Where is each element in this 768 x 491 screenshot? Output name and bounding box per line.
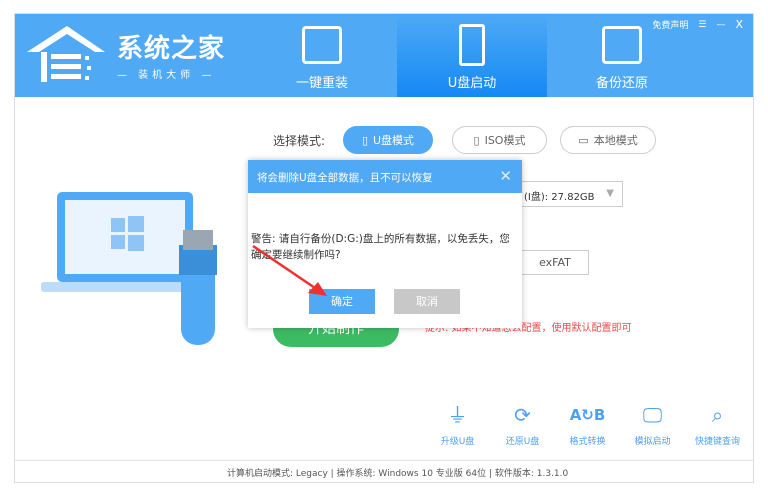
tool-restore-usb[interactable]: ⟳ 还原U盘 <box>490 402 555 447</box>
app-title: 系统之家 <box>117 34 226 64</box>
search-icon: ⌕ <box>711 403 724 427</box>
drive-select[interactable]: (I盘): 27.82GB ▼ <box>521 181 623 207</box>
file-icon: ▯ <box>473 133 480 147</box>
chevron-down-icon: ▼ <box>606 188 614 199</box>
usb-mode-button[interactable]: ▯ U盘模式 <box>343 126 433 154</box>
tool-label: 还原U盘 <box>505 437 540 447</box>
tool-hotkey-lookup[interactable]: ⌕ 快捷键查询 <box>685 402 750 447</box>
windows-monitor-icon <box>302 26 342 64</box>
logo: 系统之家 — 装机大师 — <box>25 22 235 92</box>
tool-label: 快捷键查询 <box>694 437 740 447</box>
tab-label: 一键重装 <box>295 76 348 91</box>
cancel-button[interactable]: 取消 <box>394 289 460 314</box>
tool-format-convert[interactable]: A↻B 格式转换 <box>555 402 620 447</box>
laptop-usb-illustration <box>41 192 217 345</box>
app-subtitle: — 装机大师 — <box>117 70 216 81</box>
tab-usb-boot[interactable]: U盘启动 <box>397 14 547 97</box>
iso-mode-button[interactable]: ▯ ISO模式 <box>452 126 547 154</box>
mode-option-label: 本地模式 <box>593 134 638 147</box>
usb-plug-icon: ⏚ <box>447 403 468 427</box>
ok-button[interactable]: 确定 <box>309 289 375 314</box>
mode-option-label: ISO模式 <box>484 134 526 147</box>
house-logo-icon <box>27 26 105 82</box>
filesystem-select[interactable]: exFAT <box>521 250 589 275</box>
dialog-message: 警告: 请自行备份(D:G:)盘上的所有数据，以免丢失，您确定要继续制作吗? <box>251 233 510 261</box>
dialog-title: 将会删除U盘全部数据，且不可以恢复 <box>257 172 433 184</box>
restore-monitor-icon <box>602 26 642 64</box>
usb-icon: ▯ <box>361 133 368 147</box>
dialog-header: 将会删除U盘全部数据，且不可以恢复 ✕ <box>248 160 522 193</box>
tab-one-click-install[interactable]: 一键重装 <box>247 14 397 97</box>
monitor-icon: 🖵 <box>642 403 663 427</box>
header: 系统之家 — 装机大师 — 一键重装 U盘启动 备份还原 免费声明 ☰ — X <box>15 14 753 97</box>
confirm-dialog: 将会删除U盘全部数据，且不可以恢复 ✕ 警告: 请自行备份(D:G:)盘上的所有… <box>248 160 522 328</box>
close-button[interactable]: X <box>735 18 743 31</box>
tool-label: 模拟启动 <box>634 437 671 447</box>
local-mode-button[interactable]: ▭ 本地模式 <box>560 126 656 154</box>
monitor-icon: ▭ <box>578 133 589 147</box>
usb-icon <box>459 24 485 66</box>
tool-upgrade-usb[interactable]: ⏚ 升级U盘 <box>425 402 490 447</box>
tab-label: 备份还原 <box>595 76 648 91</box>
tool-simulate-boot[interactable]: 🖵 模拟启动 <box>620 402 685 447</box>
menu-icon[interactable]: ☰ <box>698 20 706 30</box>
convert-ab-icon: A↻B <box>569 406 606 424</box>
drive-value: (I盘): 27.82GB <box>524 192 595 203</box>
tab-label: U盘启动 <box>447 76 497 91</box>
mode-label: 选择模式: <box>273 134 326 148</box>
minimize-button[interactable]: — <box>716 20 725 30</box>
close-icon[interactable]: ✕ <box>499 167 512 185</box>
refresh-icon: ⟳ <box>514 403 531 427</box>
tool-label: 升级U盘 <box>440 437 475 447</box>
tool-label: 格式转换 <box>569 437 606 447</box>
status-bar: 计算机启动模式: Legacy | 操作系统: Windows 10 专业版 6… <box>15 460 753 482</box>
mode-option-label: U盘模式 <box>373 134 415 147</box>
disclaimer-link[interactable]: 免费声明 <box>652 18 688 31</box>
